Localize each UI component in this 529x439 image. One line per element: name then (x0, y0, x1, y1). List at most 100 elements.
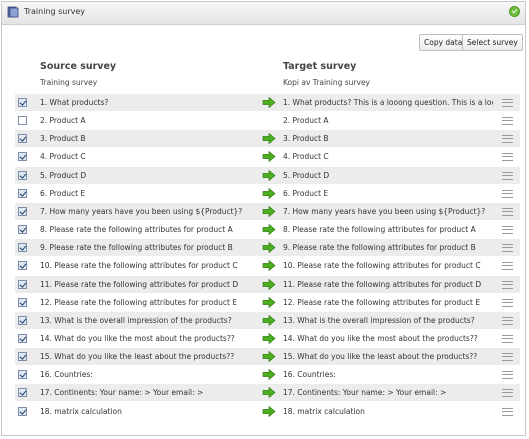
question-row: 13. What is the overall impression of th… (15, 311, 520, 329)
source-question-label: 16. Countries: (40, 370, 93, 380)
include-checkbox[interactable] (18, 352, 27, 362)
target-question-label: 13. What is the overall impression of th… (283, 315, 475, 325)
question-row: 17. Continents: Your name: > Your email:… (15, 384, 520, 402)
source-question-label: 14. What do you like the most about the … (40, 333, 235, 343)
include-checkbox[interactable] (18, 206, 27, 216)
question-row: 10. Please rate the following attributes… (15, 257, 520, 274)
include-checkbox[interactable] (18, 261, 27, 271)
map-arrow-icon (262, 296, 276, 308)
source-question-label: 17. Continents: Your name: > Your email:… (40, 388, 204, 398)
source-survey-name: Training survey (40, 78, 98, 87)
target-question-label: 12. Please rate the following attributes… (283, 297, 481, 307)
include-checkbox[interactable] (18, 243, 27, 253)
copy-data-button[interactable]: Copy data (419, 34, 468, 51)
target-question-label: 17. Continents: Your name: > Your email:… (283, 388, 447, 398)
question-row: 9. Please rate the following attributes … (15, 239, 520, 257)
include-checkbox[interactable] (18, 98, 27, 107)
map-arrow-icon (262, 314, 276, 326)
drag-handle-icon[interactable] (502, 298, 513, 307)
question-row: 16. Countries: 16. Countries: (15, 366, 520, 383)
source-question-label: 11. Please rate the following attributes… (40, 279, 239, 289)
map-arrow-icon (262, 242, 276, 254)
source-question-label: 4. Product C (40, 152, 86, 162)
drag-handle-icon[interactable] (502, 135, 513, 144)
include-checkbox[interactable] (18, 297, 27, 307)
source-question-label: 18. matrix calculation (40, 406, 122, 416)
map-arrow-icon (262, 405, 276, 417)
window-title: Training survey (24, 7, 86, 16)
target-question-label: 15. What do you like the least about the… (283, 352, 478, 362)
target-question-label: 2. Product A (283, 116, 329, 126)
source-question-label: 2. Product A (40, 116, 86, 126)
include-checkbox[interactable] (18, 152, 27, 162)
drag-handle-icon[interactable] (502, 280, 513, 289)
question-row: 14. What do you like the most about the … (15, 330, 520, 347)
drag-handle-icon[interactable] (502, 171, 513, 180)
drag-handle-icon[interactable] (502, 99, 513, 107)
drag-handle-icon[interactable] (502, 226, 513, 235)
target-question-label: 9. Please rate the following attributes … (283, 243, 476, 253)
drag-handle-icon[interactable] (502, 189, 513, 198)
source-question-label: 9. Please rate the following attributes … (40, 243, 233, 253)
drag-handle-icon[interactable] (502, 389, 513, 398)
include-checkbox[interactable] (18, 279, 27, 289)
include-checkbox[interactable] (18, 225, 27, 235)
question-row: 5. Product D 5. Product D (15, 166, 520, 184)
check-circle-icon[interactable] (509, 6, 520, 17)
survey-icon (7, 6, 19, 18)
include-checkbox[interactable] (18, 116, 27, 126)
target-question-label: 10. Please rate the following attributes… (283, 261, 481, 271)
map-arrow-icon (262, 133, 276, 145)
target-question-label: 11. Please rate the following attributes… (283, 279, 482, 289)
include-checkbox[interactable] (18, 333, 27, 343)
question-row: 8. Please rate the following attributes … (15, 221, 520, 238)
include-checkbox[interactable] (18, 370, 27, 380)
drag-handle-icon[interactable] (502, 244, 513, 253)
survey-mapping-panel: Training survey Copy data Select survey … (1, 1, 526, 436)
include-checkbox[interactable] (18, 134, 27, 144)
include-checkbox[interactable] (18, 188, 27, 198)
drag-handle-icon[interactable] (502, 153, 513, 162)
source-question-label: 6. Product E (40, 188, 86, 198)
question-row: 2. Product A 2. Product A (15, 112, 520, 129)
drag-handle-icon[interactable] (502, 371, 513, 380)
map-arrow-icon (262, 369, 276, 381)
map-arrow-icon (262, 169, 276, 181)
target-question-label: 6. Product E (283, 188, 329, 198)
map-arrow-icon (262, 151, 276, 163)
source-question-label: 3. Product B (40, 134, 86, 144)
target-question-label: 4. Product C (283, 152, 329, 162)
drag-handle-icon[interactable] (502, 207, 513, 216)
source-question-label: 5. Product D (40, 170, 87, 180)
drag-handle-icon[interactable] (502, 262, 513, 271)
include-checkbox[interactable] (18, 315, 27, 325)
drag-handle-icon[interactable] (502, 334, 513, 343)
question-row: 7. How many years have you been using ${… (15, 202, 520, 220)
target-question-label: 7. How many years have you been using ${… (283, 206, 486, 216)
question-row: 3. Product B 3. Product B (15, 130, 520, 148)
drag-handle-icon[interactable] (502, 117, 513, 126)
source-question-label: 10. Please rate the following attributes… (40, 261, 238, 271)
target-question-label: 14. What do you like the most about the … (283, 333, 478, 343)
target-survey-name: Kopi av Training survey (283, 78, 370, 87)
drag-handle-icon[interactable] (502, 407, 513, 416)
drag-handle-icon[interactable] (502, 316, 513, 325)
include-checkbox[interactable] (18, 406, 27, 416)
map-arrow-icon (262, 205, 276, 217)
question-row: 12. Please rate the following attributes… (15, 294, 520, 311)
select-survey-button[interactable]: Select survey (462, 34, 523, 51)
include-checkbox[interactable] (18, 170, 27, 180)
target-question-label: 16. Countries: (283, 370, 336, 380)
include-checkbox[interactable] (18, 388, 27, 398)
question-row: 4. Product C 4. Product C (15, 148, 520, 165)
window-titlebar: Training survey (2, 2, 525, 25)
source-question-label: 15. What do you like the least about the… (40, 352, 235, 362)
source-question-label: 8. Please rate the following attributes … (40, 225, 233, 235)
map-arrow-icon (262, 187, 276, 199)
source-survey-heading: Source survey (40, 61, 117, 72)
map-arrow-icon (262, 387, 276, 399)
target-question-label: 5. Product D (283, 170, 330, 180)
question-row: 18. matrix calculation 18. matrix calcula… (15, 403, 520, 420)
target-question-label: 18. matrix calculation (283, 406, 365, 416)
drag-handle-icon[interactable] (502, 353, 513, 362)
